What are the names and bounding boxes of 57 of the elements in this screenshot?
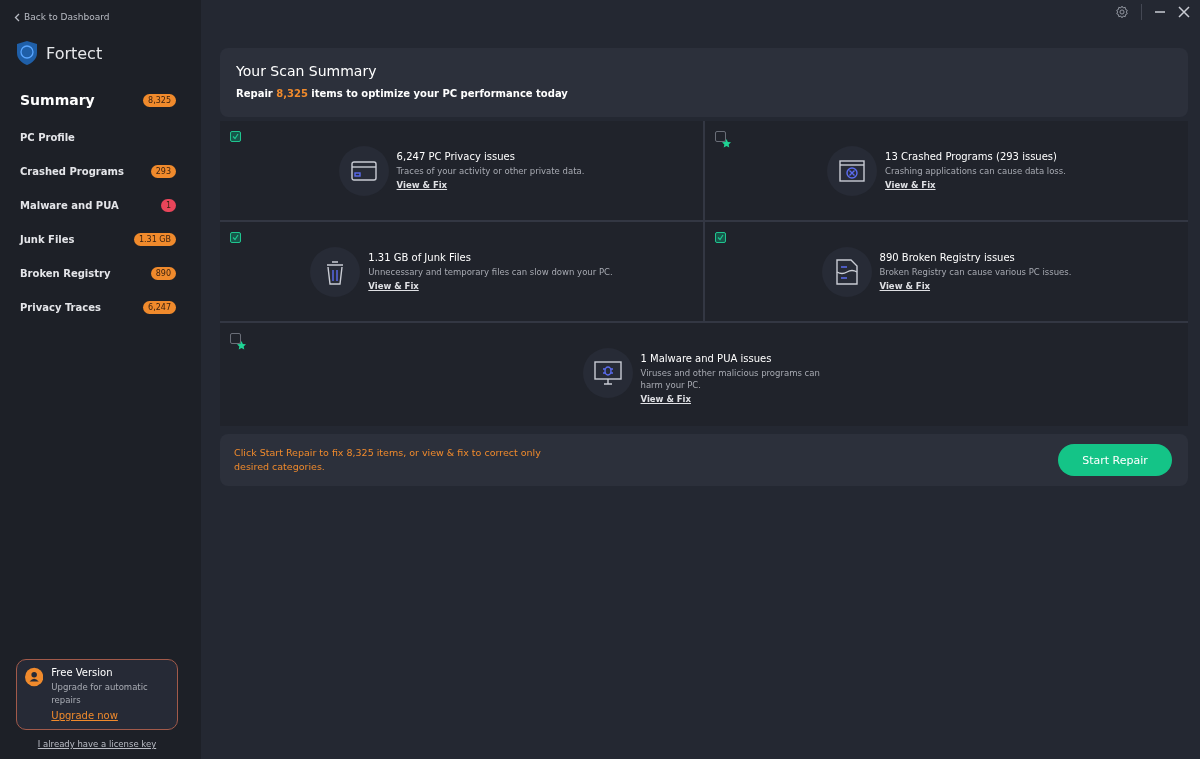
checkbox[interactable]	[230, 131, 241, 142]
promo-text: Upgrade for automatic repairs	[51, 681, 149, 707]
card-icon	[350, 161, 377, 181]
category-description: Broken Registry can cause various PC issues.	[879, 266, 1072, 278]
license-link[interactable]: I already have a license key	[0, 739, 194, 749]
sidebar-item-label: PC Profile	[20, 131, 75, 143]
count-badge: 8,325	[143, 93, 176, 107]
view-fix-link[interactable]: View & Fix	[879, 281, 1072, 291]
summary-title: Your Scan Summary	[236, 63, 378, 79]
shield-logo-icon	[16, 40, 38, 66]
count-badge: 1.31 GB	[133, 232, 176, 246]
upgrade-link[interactable]: Upgrade now	[51, 710, 169, 721]
brand-name: Fortect	[46, 43, 103, 63]
monitor-bug-icon	[593, 361, 622, 385]
back-link[interactable]: Back to Dashboard	[0, 12, 201, 22]
checkbox[interactable]	[715, 232, 726, 243]
sidebar-item[interactable]: Summary 8,325	[0, 80, 201, 120]
window-error-icon	[839, 160, 866, 182]
category-title: 1 Malware and PUA issues	[640, 353, 773, 364]
category-description: Viruses and other malicious programs can harm your PC.	[640, 367, 821, 391]
category-description: Crashing applications can cause data loss.	[885, 165, 1066, 177]
sidebar-item-label: Malware and PUA	[20, 199, 119, 211]
trash-icon	[325, 259, 346, 285]
view-fix-link[interactable]: View & Fix	[396, 180, 585, 190]
sidebar-item[interactable]: PC Profile	[0, 120, 201, 154]
sidebar-item-label: Crashed Programs	[20, 165, 124, 177]
sidebar-item-label: Summary	[20, 92, 95, 108]
category-title: 13 Crashed Programs (293 issues)	[885, 151, 1058, 162]
count-badge: 890	[150, 266, 176, 280]
category-title: 890 Broken Registry issues	[879, 252, 1016, 263]
summary-subtitle: Repair 8,325 items to optimize your PC performance today	[236, 88, 569, 99]
sidebar-item[interactable]: Malware and PUA 1	[0, 188, 201, 222]
category-title: 6,247 PC Privacy issues	[396, 151, 516, 162]
view-fix-link[interactable]: View & Fix	[885, 180, 1066, 190]
view-fix-link[interactable]: View & Fix	[368, 281, 613, 291]
category-description: Traces of your activity or other private data.	[396, 165, 585, 177]
sidebar-item-label: Broken Registry	[20, 267, 111, 279]
chevron-left-icon	[14, 12, 20, 22]
sidebar-item-label: Junk Files	[20, 233, 75, 245]
category-description: Unnecessary and temporary files can slow down your PC.	[368, 266, 613, 278]
sidebar-item[interactable]: Junk Files 1.31 GB	[0, 222, 201, 256]
sidebar-item[interactable]: Crashed Programs 293	[0, 154, 201, 188]
user-icon	[25, 667, 44, 687]
count-badge: 293	[150, 164, 176, 178]
settings-icon[interactable]	[1115, 5, 1129, 19]
checkbox[interactable]	[230, 232, 241, 243]
view-fix-link[interactable]: View & Fix	[640, 394, 826, 404]
category-title: 1.31 GB of Junk Files	[368, 252, 472, 263]
document-icon	[835, 259, 858, 285]
sidebar-item[interactable]: Privacy Traces 6,247	[0, 290, 201, 324]
sidebar-item[interactable]: Broken Registry 890	[0, 256, 201, 290]
count-badge: 6,247	[143, 300, 176, 314]
count-badge: 1	[160, 198, 176, 212]
repair-note: Click Start Repair to fix 8,325 items, or view & fix to correct only desired categories.	[234, 446, 542, 474]
sidebar-item-label: Privacy Traces	[20, 301, 101, 313]
promo-title: Free Version	[51, 667, 114, 678]
close-icon[interactable]	[1178, 6, 1190, 18]
